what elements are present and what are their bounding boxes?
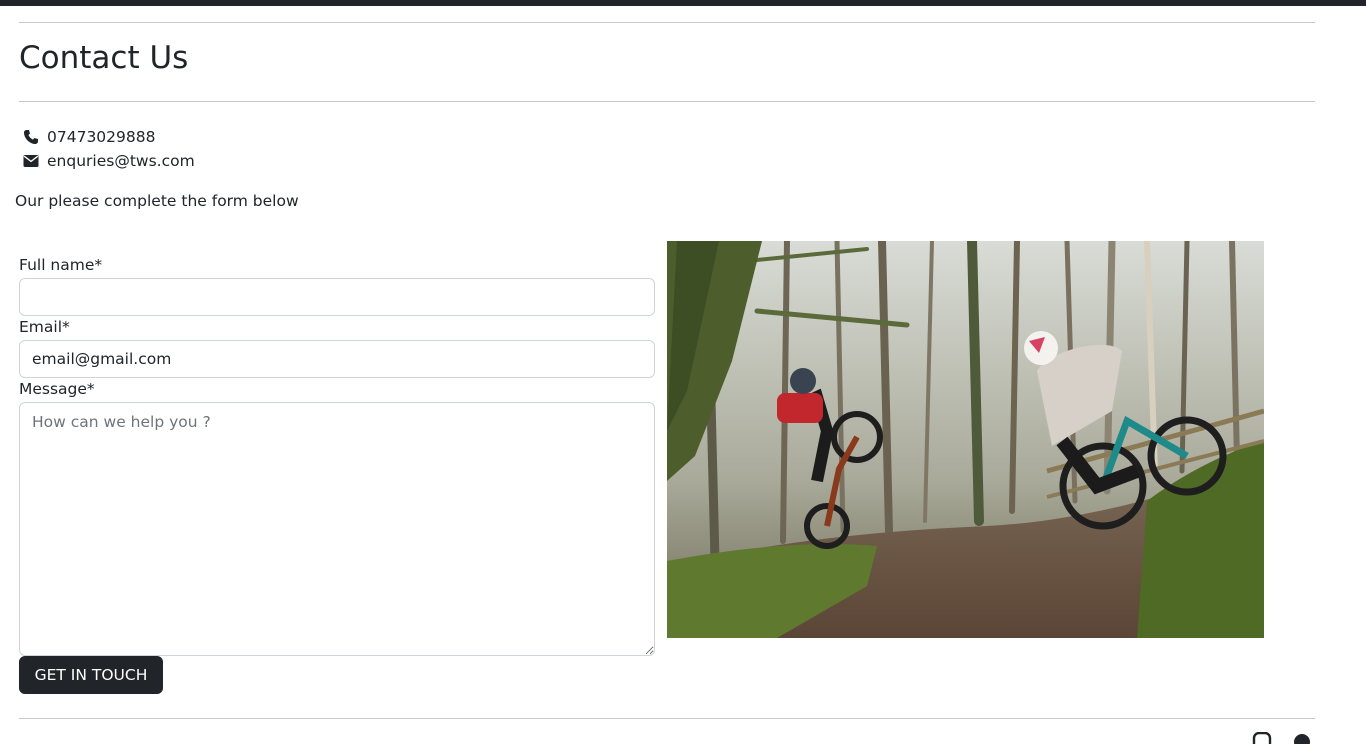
header-divider-top <box>19 22 1315 23</box>
top-navbar-edge <box>0 0 1366 6</box>
footer-divider <box>19 718 1315 719</box>
header-divider-bottom <box>19 101 1315 102</box>
full-name-input[interactable] <box>19 278 655 316</box>
full-name-label: Full name* <box>19 256 103 274</box>
message-textarea[interactable] <box>19 402 655 656</box>
email-label: Email* <box>19 318 70 336</box>
phone-icon <box>22 129 40 145</box>
message-label: Message* <box>19 380 95 398</box>
email-input[interactable] <box>19 340 655 378</box>
facebook-icon[interactable] <box>1292 732 1312 744</box>
envelope-icon <box>22 153 40 169</box>
get-in-touch-button[interactable]: GET IN TOUCH <box>19 656 163 694</box>
phone-number: 07473029888 <box>47 128 156 146</box>
form-intro-text: Our please complete the form below <box>15 192 299 210</box>
contact-email: enquries@tws.com <box>22 150 195 172</box>
instagram-icon[interactable] <box>1252 732 1272 744</box>
email-address: enquries@tws.com <box>47 152 195 170</box>
mountain-bike-photo <box>667 241 1264 638</box>
contact-phone: 07473029888 <box>22 126 155 148</box>
page-title: Contact Us <box>19 40 189 76</box>
